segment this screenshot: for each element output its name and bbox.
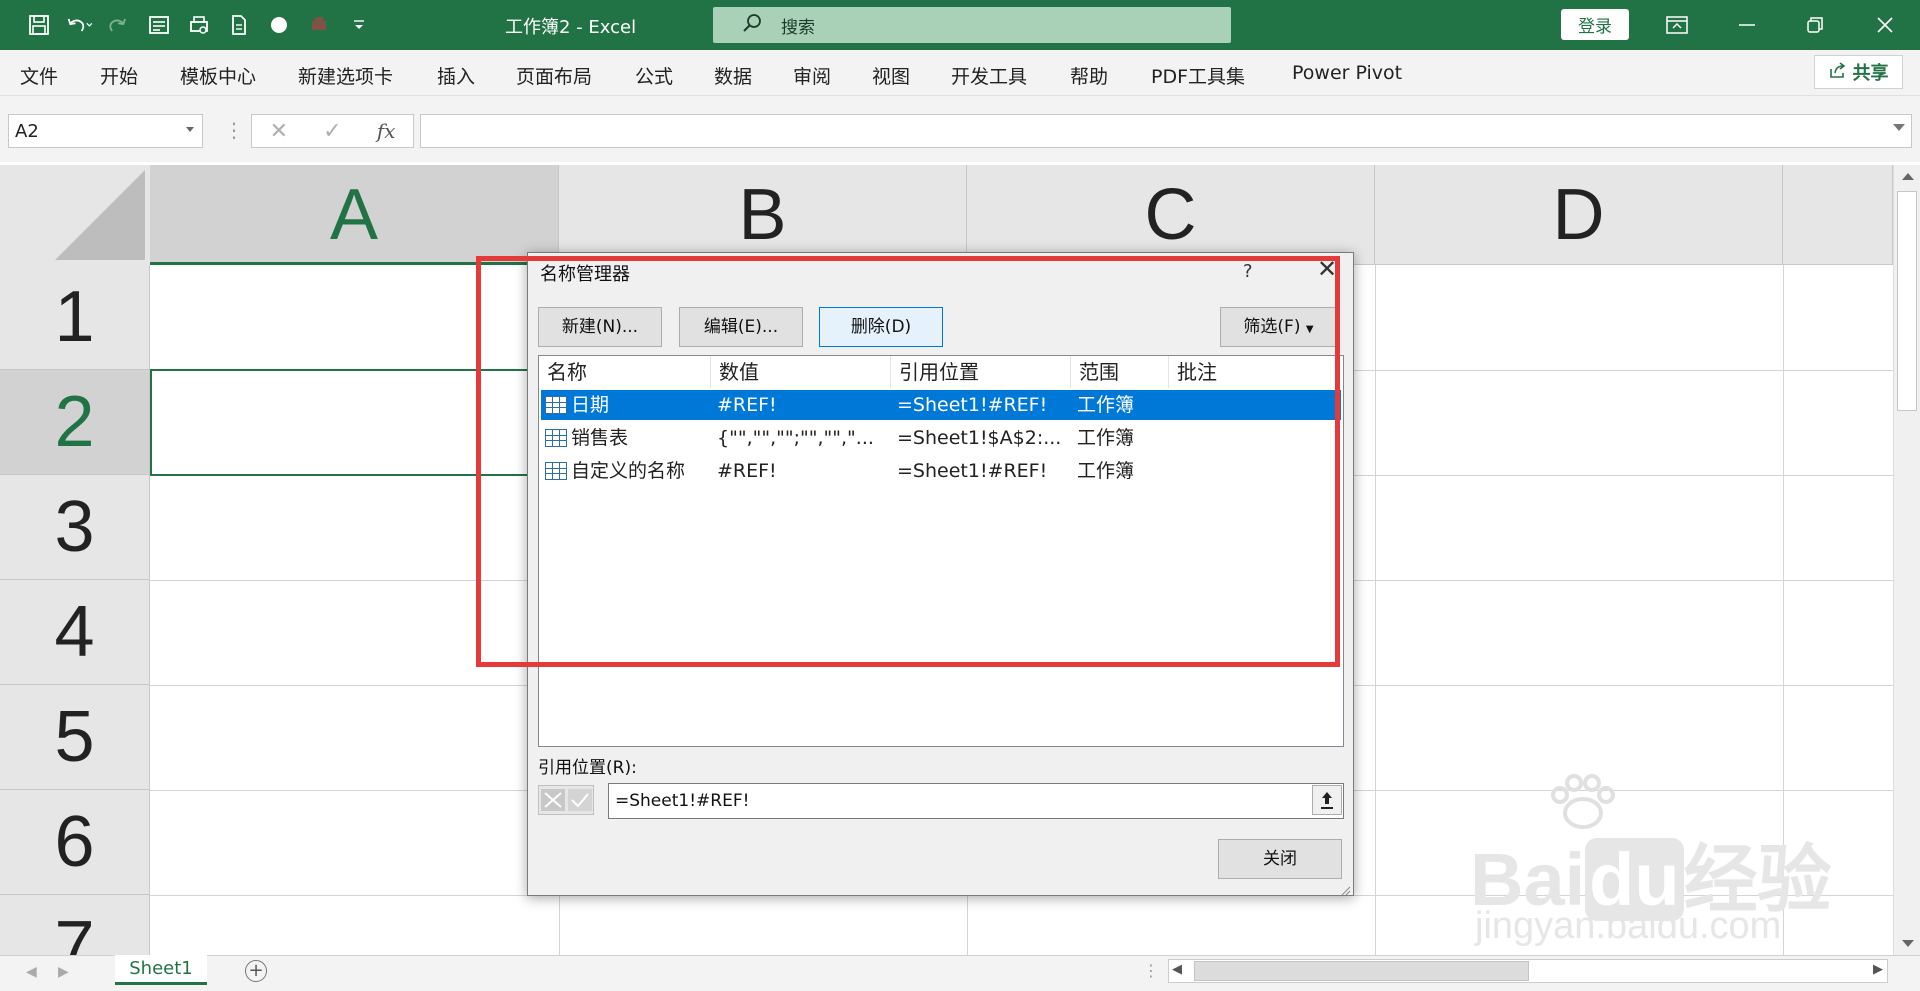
row-header-7[interactable]: 7 [0,895,150,955]
search-box[interactable]: 搜索 [713,7,1231,43]
title-bar: 工作簿2 - Excel 搜索 登录 [0,0,1920,50]
save-icon[interactable] [26,12,52,38]
share-button[interactable]: 共享 [1814,55,1903,89]
name-box[interactable]: A2 [8,114,203,148]
collapse-dialog-icon[interactable] [1312,785,1342,815]
horizontal-scroll-thumb[interactable] [1194,961,1529,981]
tab-new-tab[interactable]: 新建选项卡 [298,62,393,89]
window-title: 工作簿2 - Excel [505,17,637,38]
row-header-1[interactable]: 1 [0,265,150,370]
scroll-up-icon[interactable] [1902,173,1914,180]
column-header-a[interactable]: A [150,165,559,265]
sheet-tab-sheet1[interactable]: Sheet1 [115,955,207,985]
column-header-d[interactable]: D [1375,165,1783,265]
document-icon[interactable] [226,12,252,38]
tab-file[interactable]: 文件 [20,62,58,89]
resize-grip-icon[interactable] [1339,881,1351,896]
expand-formula-icon[interactable] [1893,124,1905,131]
ref-edit-buttons [538,785,594,815]
grid-line [1375,265,1376,955]
column-header-b[interactable]: B [559,165,967,265]
login-button[interactable]: 登录 [1561,9,1629,40]
ribbon-tabs: 文件 开始 模板中心 新建选项卡 插入 页面布局 公式 数据 审阅 视图 开发工… [0,50,1920,96]
share-icon [1829,61,1847,84]
column-header-e[interactable] [1783,165,1893,265]
more-options-icon[interactable]: ⋮ [224,118,244,142]
insert-function-icon[interactable]: fx [377,119,396,143]
minimize-icon[interactable] [1727,10,1767,40]
tab-insert[interactable]: 插入 [437,62,475,89]
row-header-5[interactable]: 5 [0,685,150,790]
paw-icon [1538,773,1628,838]
undo-icon[interactable] [66,12,92,38]
tab-home[interactable]: 开始 [100,62,138,89]
print-preview-icon[interactable] [186,12,212,38]
search-icon [741,12,763,39]
next-sheet-icon[interactable]: ▶ [58,964,69,980]
refers-to-input[interactable]: =Sheet1!#REF! [608,783,1344,819]
tab-data[interactable]: 数据 [714,62,752,89]
ribbon-display-icon[interactable] [1657,10,1697,40]
cancel-entry-icon[interactable]: ✕ [270,119,288,144]
quick-access-toolbar [26,12,372,38]
watermark-url: jingyan.baidu.com [1475,905,1782,947]
tab-pdf-tools[interactable]: PDF工具集 [1151,62,1245,89]
tab-developer[interactable]: 开发工具 [951,62,1027,89]
tab-template-center[interactable]: 模板中心 [180,62,256,89]
tab-page-layout[interactable]: 页面布局 [516,62,592,89]
split-handle-icon[interactable]: ⋮ [1143,961,1159,980]
confirm-entry-icon[interactable]: ✓ [323,119,341,144]
scroll-left-icon[interactable]: ◀ [1172,962,1182,977]
highlight-annotation [476,256,1340,667]
formula-input[interactable] [420,114,1912,148]
row-header-2[interactable]: 2 [0,370,150,475]
row-header-6[interactable]: 6 [0,790,150,895]
scroll-down-icon[interactable] [1902,940,1914,947]
row-header-4[interactable]: 4 [0,580,150,685]
tab-view[interactable]: 视图 [872,62,910,89]
refers-to-row: =Sheet1!#REF! [538,783,1344,819]
search-placeholder: 搜索 [781,17,815,38]
chevron-down-icon[interactable] [186,127,194,132]
scroll-right-icon[interactable]: ▶ [1873,962,1883,977]
tab-help[interactable]: 帮助 [1070,62,1108,89]
tab-formulas[interactable]: 公式 [635,62,673,89]
restore-icon[interactable] [1795,10,1835,40]
select-all-corner[interactable] [0,165,150,265]
prev-sheet-icon[interactable]: ◀ [26,964,37,980]
refers-to-label: 引用位置(R): [538,758,637,778]
printer-icon[interactable] [306,12,332,38]
tab-review[interactable]: 审阅 [793,62,831,89]
formula-buttons: ✕ ✓ fx [251,114,414,148]
vertical-scroll-thumb[interactable] [1897,191,1917,411]
share-label: 共享 [1852,63,1889,84]
add-sheet-icon[interactable]: + [245,960,267,982]
close-window-icon[interactable] [1865,10,1905,40]
close-button[interactable]: 关闭 [1218,839,1342,879]
tab-power-pivot[interactable]: Power Pivot [1292,62,1402,84]
name-box-value: A2 [15,121,39,142]
customize-toolbar-icon[interactable] [346,12,372,38]
record-icon[interactable] [266,12,292,38]
vertical-scrollbar[interactable] [1893,165,1920,955]
form-icon[interactable] [146,12,172,38]
column-header-c[interactable]: C [967,165,1375,265]
redo-icon [106,12,132,38]
row-header-3[interactable]: 3 [0,475,150,580]
